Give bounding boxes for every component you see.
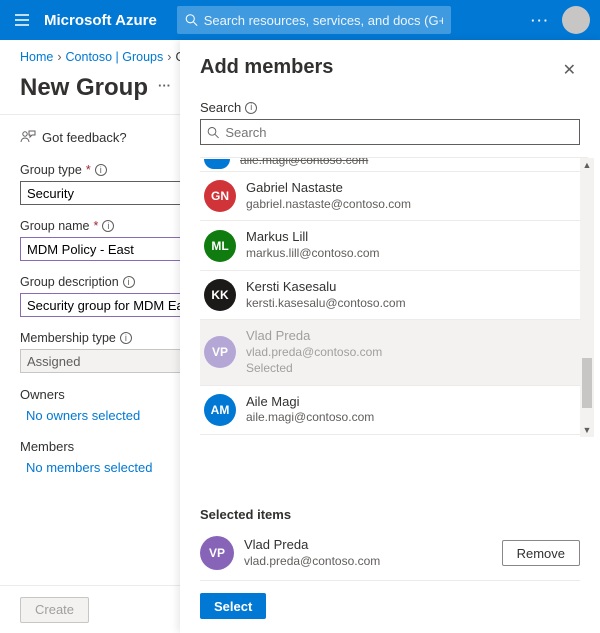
list-item-email: kersti.kasesalu@contoso.com: [246, 296, 406, 312]
avatar: KK: [204, 279, 236, 311]
more-icon[interactable]: ···: [531, 13, 550, 28]
list-item[interactable]: aile.magi@contoso.com: [200, 158, 588, 172]
scroll-down-icon[interactable]: ▼: [580, 423, 594, 437]
select-button[interactable]: Select: [200, 593, 266, 619]
list-item-name: Aile Magi: [246, 394, 374, 411]
selected-item-name: Vlad Preda: [244, 537, 380, 554]
list-item-email: aile.magi@contoso.com: [246, 410, 374, 426]
create-button[interactable]: Create: [20, 597, 89, 623]
list-item-email: aile.magi@contoso.com: [240, 158, 368, 169]
list-item-email: markus.lill@contoso.com: [246, 246, 380, 262]
info-icon[interactable]: i: [120, 332, 132, 344]
avatar: VP: [200, 536, 234, 570]
remove-button[interactable]: Remove: [502, 540, 580, 566]
avatar: ML: [204, 230, 236, 262]
panel-search-box[interactable]: [200, 119, 580, 145]
info-icon[interactable]: i: [95, 164, 107, 176]
page-title: New Group: [20, 74, 148, 102]
list-item-name: Markus Lill: [246, 229, 380, 246]
avatar: VP: [204, 336, 236, 368]
global-search[interactable]: [177, 6, 451, 34]
selected-item-email: vlad.preda@contoso.com: [244, 554, 380, 570]
list-item-name: Gabriel Nastaste: [246, 180, 411, 197]
breadcrumb-home[interactable]: Home: [20, 50, 53, 64]
list-item[interactable]: KK Kersti Kasesalukersti.kasesalu@contoso…: [200, 271, 588, 320]
selected-item-row: VP Vlad Preda vlad.preda@contoso.com Rem…: [200, 530, 580, 581]
list-item-name: Kersti Kasesalu: [246, 279, 406, 296]
user-avatar[interactable]: [562, 6, 590, 34]
scroll-up-icon[interactable]: ▲: [580, 158, 594, 172]
scrollbar-track[interactable]: ▲ ▼: [580, 158, 594, 437]
list-item-email: vlad.preda@contoso.com: [246, 345, 382, 361]
list-item[interactable]: GN Gabriel Nastastegabriel.nastaste@conto…: [200, 172, 588, 221]
info-icon[interactable]: i: [123, 276, 135, 288]
panel-title: Add members: [200, 56, 333, 79]
info-icon[interactable]: i: [102, 220, 114, 232]
selected-items-title: Selected items: [200, 507, 580, 522]
panel-search-label: Search: [200, 100, 241, 115]
breadcrumb-groups[interactable]: Contoso | Groups: [66, 50, 164, 64]
list-item-email: gabriel.nastaste@contoso.com: [246, 197, 411, 213]
global-search-input[interactable]: [204, 13, 443, 28]
scrollbar-thumb[interactable]: [582, 358, 592, 408]
avatar: AM: [204, 394, 236, 426]
feedback-label: Got feedback?: [42, 130, 127, 145]
list-item[interactable]: VP Vlad Predavlad.preda@contoso.comSelect…: [200, 320, 588, 385]
search-icon: [185, 13, 198, 27]
page-more-icon[interactable]: ···: [158, 78, 171, 99]
search-icon: [207, 126, 219, 139]
panel-search-input[interactable]: [225, 125, 573, 140]
brand-label: Microsoft Azure: [44, 12, 157, 29]
top-bar: Microsoft Azure ···: [0, 0, 600, 40]
selected-items-section: Selected items VP Vlad Preda vlad.preda@…: [180, 507, 600, 581]
person-feedback-icon: [20, 129, 36, 145]
avatar: GN: [204, 180, 236, 212]
list-item[interactable]: AM Aile Magiaile.magi@contoso.com: [200, 386, 588, 435]
results-list: ▲ ▼ aile.magi@contoso.com GNGabriel Nast…: [200, 157, 588, 437]
info-icon[interactable]: i: [245, 102, 257, 114]
close-icon[interactable]: ✕: [559, 56, 580, 84]
list-item[interactable]: ML Markus Lillmarkus.lill@contoso.com: [200, 221, 588, 270]
hamburger-icon[interactable]: [0, 12, 44, 28]
list-item-name: Vlad Preda: [246, 328, 382, 345]
add-members-panel: Add members ✕ Search i ▲ ▼ aile.magi@con…: [180, 40, 600, 633]
selected-label: Selected: [246, 361, 382, 377]
